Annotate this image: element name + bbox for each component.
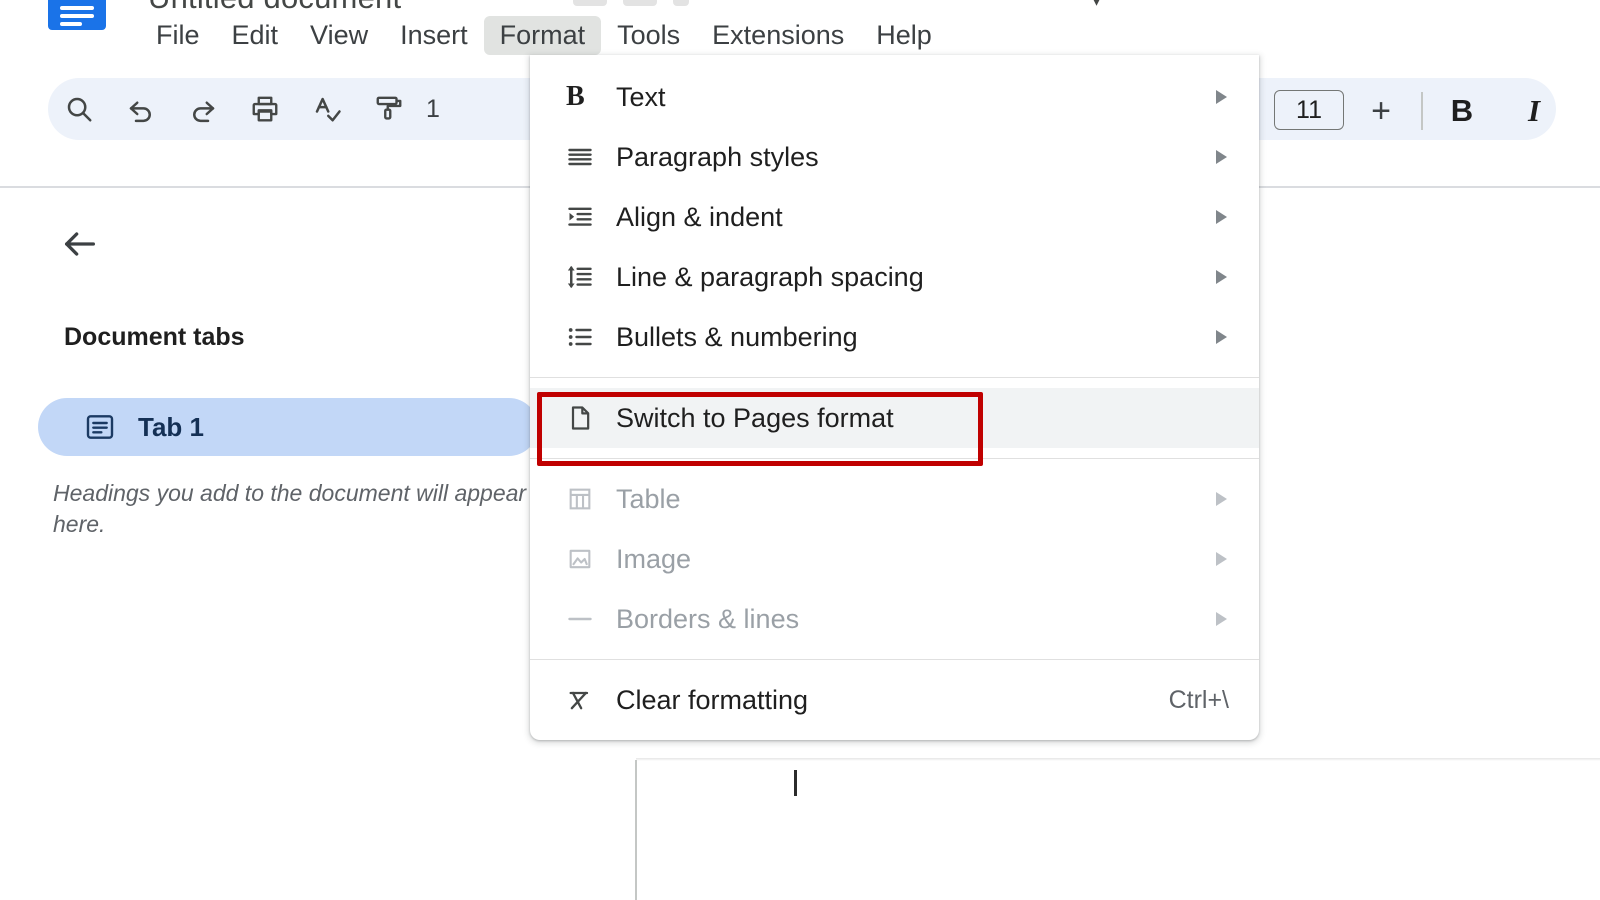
menu-bar: File Edit View Insert Format Tools Exten…: [140, 16, 948, 54]
menu-item-table[interactable]: Table: [530, 469, 1259, 529]
menu-item-bullets-numbering[interactable]: Bullets & numbering: [530, 307, 1259, 367]
top-toolbar-chip: [573, 0, 607, 6]
submenu-arrow-icon: [1216, 612, 1227, 626]
docs-logo-icon[interactable]: [48, 0, 106, 30]
menu-file[interactable]: File: [140, 16, 216, 55]
menu-format[interactable]: Format: [484, 16, 602, 55]
text-cursor: [794, 770, 797, 796]
document-tab-icon: [84, 411, 116, 443]
google-docs-window: Untitled document ▾ File Edit View Inser…: [0, 0, 1600, 900]
menu-item-shortcut: Ctrl+\: [1169, 686, 1229, 715]
menu-item-label: Bullets & numbering: [616, 322, 858, 353]
format-dropdown-menu: B Text Paragraph styles: [530, 55, 1259, 740]
back-arrow-icon[interactable]: [58, 222, 102, 266]
document-title[interactable]: Untitled document: [148, 0, 401, 16]
top-toolbar-chip: [673, 0, 689, 6]
borders-lines-icon: [566, 605, 610, 633]
search-icon[interactable]: [48, 78, 110, 140]
submenu-arrow-icon: [1216, 492, 1227, 506]
paragraph-styles-icon: [566, 143, 610, 171]
menu-item-clear-formatting[interactable]: Clear formatting Ctrl+\: [530, 670, 1259, 730]
clear-formatting-icon: [566, 686, 610, 714]
top-toolbar-mark: ▾: [1092, 0, 1101, 11]
page-left-margin-line: [635, 760, 637, 900]
align-indent-icon: [566, 203, 610, 231]
italic-button[interactable]: I: [1512, 90, 1556, 132]
menu-item-label: Align & indent: [616, 202, 783, 233]
menu-item-label: Text: [616, 82, 666, 113]
sidebar-item-tab-1[interactable]: Tab 1: [38, 398, 538, 456]
menu-item-label: Clear formatting: [616, 685, 808, 716]
page-document-icon: [566, 404, 610, 432]
image-icon: [566, 545, 610, 573]
document-tabs-sidebar: Document tabs Tab 1 Headings you add to …: [0, 190, 560, 900]
table-icon: [566, 485, 610, 513]
menu-help[interactable]: Help: [860, 16, 948, 55]
top-toolbar-chip: [623, 0, 657, 6]
menu-item-text[interactable]: B Text: [530, 67, 1259, 127]
menu-view[interactable]: View: [294, 16, 384, 55]
bold-text-icon: B: [566, 83, 610, 111]
menu-item-label: Borders & lines: [616, 604, 799, 635]
spellcheck-icon[interactable]: [296, 78, 358, 140]
menu-item-paragraph-styles[interactable]: Paragraph styles: [530, 127, 1259, 187]
menu-separator: [530, 659, 1259, 660]
print-icon[interactable]: [234, 78, 296, 140]
submenu-arrow-icon: [1216, 330, 1227, 344]
paint-format-icon[interactable]: [358, 78, 420, 140]
document-tabs-hint: Headings you add to the document will ap…: [53, 478, 533, 540]
submenu-arrow-icon: [1216, 150, 1227, 164]
bold-button[interactable]: B: [1440, 90, 1484, 132]
menu-item-label: Table: [616, 484, 681, 515]
submenu-arrow-icon: [1216, 270, 1227, 284]
page-top-shadow: [636, 758, 1600, 761]
bullets-numbering-icon: [566, 323, 610, 351]
menu-item-label: Line & paragraph spacing: [616, 262, 924, 293]
line-spacing-icon: [566, 263, 610, 291]
menu-extensions[interactable]: Extensions: [696, 16, 860, 55]
toolbar-divider: [1421, 92, 1423, 130]
increase-font-size-button[interactable]: +: [1360, 90, 1402, 132]
redo-icon[interactable]: [172, 78, 234, 140]
menu-separator: [530, 458, 1259, 459]
zoom-level[interactable]: 1: [426, 95, 440, 124]
menu-insert[interactable]: Insert: [384, 16, 484, 55]
menu-item-image[interactable]: Image: [530, 529, 1259, 589]
font-size-input[interactable]: 11: [1274, 90, 1344, 130]
menu-item-borders-lines[interactable]: Borders & lines: [530, 589, 1259, 649]
menu-separator: [530, 377, 1259, 378]
submenu-arrow-icon: [1216, 552, 1227, 566]
menu-item-label: Image: [616, 544, 691, 575]
menu-item-label: Paragraph styles: [616, 142, 819, 173]
menu-item-switch-to-pages-format[interactable]: Switch to Pages format: [530, 388, 1259, 448]
submenu-arrow-icon: [1216, 90, 1227, 104]
menu-tools[interactable]: Tools: [601, 16, 696, 55]
sidebar-item-label: Tab 1: [138, 412, 204, 443]
undo-icon[interactable]: [110, 78, 172, 140]
menu-item-line-paragraph-spacing[interactable]: Line & paragraph spacing: [530, 247, 1259, 307]
menu-item-label: Switch to Pages format: [616, 403, 894, 434]
menu-item-align-indent[interactable]: Align & indent: [530, 187, 1259, 247]
document-tabs-heading: Document tabs: [64, 323, 245, 352]
menu-edit[interactable]: Edit: [216, 16, 295, 55]
submenu-arrow-icon: [1216, 210, 1227, 224]
